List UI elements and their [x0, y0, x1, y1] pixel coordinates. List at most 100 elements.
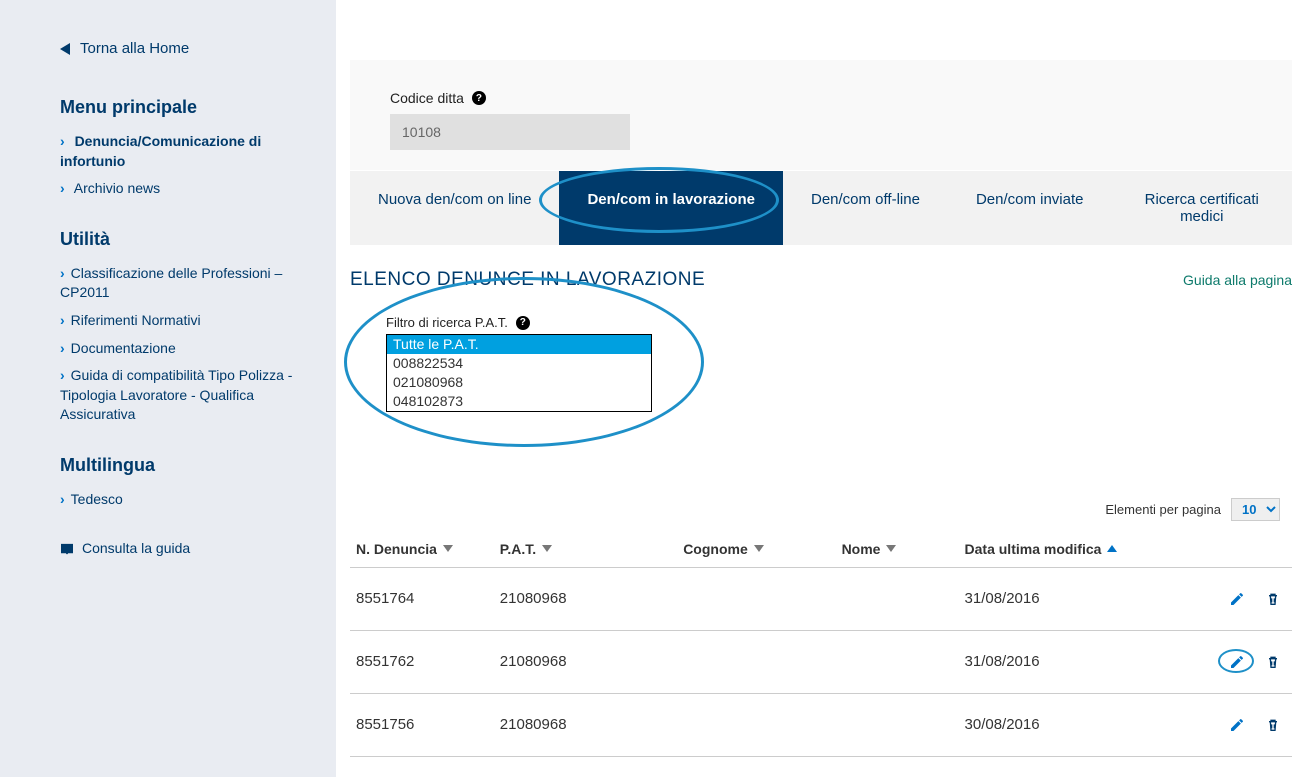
main-content: Codice ditta ? Nuova den/com on line Den…: [336, 0, 1306, 777]
menu-item-label: Archivio news: [74, 180, 160, 196]
pat-filter-dropdown[interactable]: Tutte le P.A.T. 008822534 021080968 0481…: [386, 334, 652, 412]
menu-item-classificazione[interactable]: ›Classificazione delle Professioni – CP2…: [60, 264, 308, 303]
dropdown-option[interactable]: 008822534: [387, 354, 651, 373]
cell-data: 30/08/2016: [959, 693, 1167, 756]
delete-button[interactable]: [1264, 653, 1282, 671]
filter-area: Filtro di ricerca P.A.T. ? Tutte le P.A.…: [350, 315, 1292, 412]
sort-down-icon: [886, 545, 896, 552]
filter-label-row: Filtro di ricerca P.A.T. ?: [386, 315, 1292, 330]
table-row: 855175621080968 30/08/2016: [350, 693, 1292, 756]
menu-principale-list: › Denuncia/Comunicazione di infortunio ›…: [60, 132, 308, 199]
chevron-right-icon: ›: [60, 265, 65, 281]
col-header-data[interactable]: Data ultima modifica: [959, 531, 1167, 568]
codice-ditta-label: Codice ditta: [390, 90, 464, 106]
menu-item-denuncia[interactable]: › Denuncia/Comunicazione di infortunio: [60, 132, 308, 171]
col-header-pat[interactable]: P.A.T.: [494, 531, 677, 568]
cell-cognome: [677, 630, 835, 693]
tab-bar: Nuova den/com on line Den/com in lavoraz…: [350, 171, 1292, 245]
edit-button[interactable]: [1228, 716, 1246, 734]
consulta-guida-link[interactable]: Consulta la guida: [60, 540, 308, 556]
help-icon[interactable]: ?: [472, 91, 486, 105]
cell-denuncia: 8551764: [350, 567, 494, 630]
multilingua-list: › Tedesco: [60, 490, 308, 510]
pager-label: Elementi per pagina: [1105, 502, 1221, 517]
menu-principale-heading: Menu principale: [60, 97, 308, 118]
utilita-heading: Utilità: [60, 229, 308, 250]
section-title: ELENCO DENUNCE IN LAVORAZIONE: [350, 269, 705, 291]
cell-cognome: [677, 693, 835, 756]
menu-item-documentazione[interactable]: › Documentazione: [60, 339, 308, 359]
cell-actions: [1167, 693, 1292, 756]
sort-down-icon: [443, 545, 453, 552]
cell-pat: 21080968: [494, 630, 677, 693]
book-icon: [60, 542, 74, 554]
tab-dencom-lavorazione[interactable]: Den/com in lavorazione: [559, 171, 783, 245]
edit-button[interactable]: [1228, 590, 1246, 608]
menu-item-archivio-news[interactable]: › Archivio news: [60, 179, 308, 199]
back-label: Torna alla Home: [80, 40, 189, 57]
cell-actions: [1167, 630, 1292, 693]
guida-pagina-link[interactable]: Guida alla pagina: [1183, 272, 1292, 288]
cell-pat: 21080968: [494, 567, 677, 630]
section-header: ELENCO DENUNCE IN LAVORAZIONE Guida alla…: [350, 269, 1292, 291]
dropdown-option[interactable]: 048102873: [387, 392, 651, 411]
edit-button[interactable]: [1228, 653, 1246, 671]
denunce-table: N. Denuncia P.A.T. Cognome Nome Data ult…: [350, 531, 1292, 757]
tab-dencom-offline[interactable]: Den/com off-line: [783, 171, 948, 245]
chevron-right-icon: ›: [60, 312, 65, 328]
menu-item-guida-compat[interactable]: ›Guida di compatibilità Tipo Polizza - T…: [60, 366, 308, 425]
chevron-right-icon: ›: [60, 491, 65, 507]
menu-item-label: Denuncia/Comunicazione di infortunio: [60, 133, 261, 169]
chevron-right-icon: ›: [60, 367, 65, 383]
codice-ditta-label-row: Codice ditta ?: [390, 90, 1278, 106]
chevron-right-icon: ›: [60, 133, 65, 149]
dropdown-option[interactable]: 021080968: [387, 373, 651, 392]
cell-nome: [836, 630, 959, 693]
triangle-left-icon: [60, 43, 70, 55]
delete-button[interactable]: [1264, 716, 1282, 734]
tab-label: Den/com in lavorazione: [587, 191, 755, 208]
menu-item-label: Guida di compatibilità Tipo Polizza - Ti…: [60, 367, 292, 422]
multilingua-heading: Multilingua: [60, 455, 308, 476]
menu-item-tedesco[interactable]: › Tedesco: [60, 490, 308, 510]
table-row: 855176421080968 31/08/2016: [350, 567, 1292, 630]
tab-dencom-inviate[interactable]: Den/com inviate: [948, 171, 1112, 245]
filter-label: Filtro di ricerca P.A.T.: [386, 315, 508, 330]
tab-ricerca-certificati[interactable]: Ricerca certificati medici: [1112, 171, 1293, 245]
sort-down-icon: [754, 545, 764, 552]
menu-item-label: Tedesco: [71, 491, 123, 507]
sidebar: Torna alla Home Menu principale › Denunc…: [0, 0, 336, 777]
col-header-nome[interactable]: Nome: [836, 531, 959, 568]
page-size-select[interactable]: 10: [1231, 498, 1280, 521]
tab-nuova-dencom[interactable]: Nuova den/com on line: [350, 171, 559, 245]
col-header-denuncia[interactable]: N. Denuncia: [350, 531, 494, 568]
codice-ditta-input: [390, 114, 630, 150]
pager: Elementi per pagina 10: [350, 498, 1292, 521]
back-to-home-link[interactable]: Torna alla Home: [60, 40, 308, 57]
cell-denuncia: 8551762: [350, 630, 494, 693]
company-card: Codice ditta ?: [350, 60, 1292, 170]
dropdown-option[interactable]: Tutte le P.A.T.: [387, 335, 651, 354]
sort-down-icon: [542, 545, 552, 552]
utilita-list: ›Classificazione delle Professioni – CP2…: [60, 264, 308, 425]
consulta-guida-label: Consulta la guida: [82, 540, 190, 556]
cell-data: 31/08/2016: [959, 630, 1167, 693]
cell-data: 31/08/2016: [959, 567, 1167, 630]
menu-item-label: Documentazione: [71, 340, 176, 356]
cell-cognome: [677, 567, 835, 630]
menu-item-label: Classificazione delle Professioni – CP20…: [60, 265, 282, 301]
chevron-right-icon: ›: [60, 180, 65, 196]
col-header-actions: [1167, 531, 1292, 568]
table-row: 855176221080968 31/08/2016: [350, 630, 1292, 693]
cell-denuncia: 8551756: [350, 693, 494, 756]
cell-pat: 21080968: [494, 693, 677, 756]
col-header-cognome[interactable]: Cognome: [677, 531, 835, 568]
cell-actions: [1167, 567, 1292, 630]
help-icon[interactable]: ?: [516, 316, 530, 330]
delete-button[interactable]: [1264, 590, 1282, 608]
menu-item-riferimenti[interactable]: › Riferimenti Normativi: [60, 311, 308, 331]
cell-nome: [836, 693, 959, 756]
menu-item-label: Riferimenti Normativi: [71, 312, 201, 328]
chevron-right-icon: ›: [60, 340, 65, 356]
cell-nome: [836, 567, 959, 630]
